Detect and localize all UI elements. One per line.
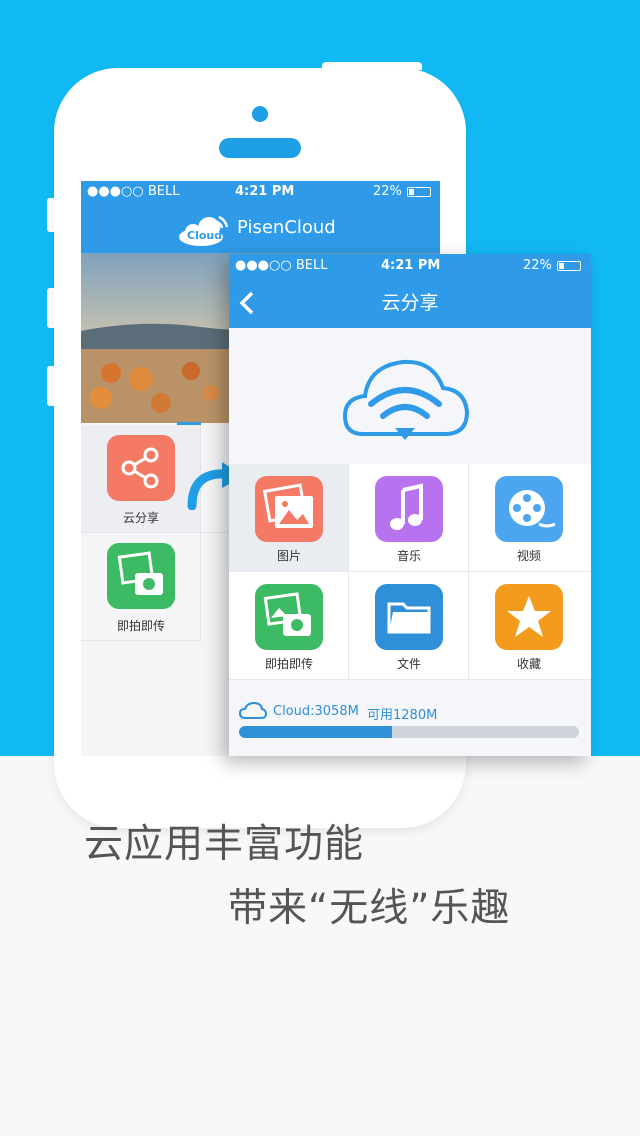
grid-item-files[interactable]: 文件 [349, 572, 469, 680]
grid-item-label: 云分享 [122, 511, 159, 525]
grid-item-label: 收藏 [516, 657, 541, 671]
share-icon [107, 435, 175, 501]
cloud-icon [239, 702, 267, 719]
page-title: 云分享 [381, 292, 439, 314]
photo-camera-icon [107, 543, 175, 609]
grid-item-label: 音乐 [396, 549, 421, 563]
grid-item-label: 图片 [276, 549, 301, 563]
cloud-wifi-icon [342, 359, 470, 440]
grid-item-label: 文件 [396, 657, 421, 671]
grid-item-label: 即拍即传 [264, 657, 313, 671]
storage-panel: Cloud:3058M 可用1280M [229, 680, 591, 756]
grid-item-images[interactable]: 图片 [229, 464, 349, 572]
slogan-line-1: 云应用丰富功能 [84, 822, 365, 867]
grid-item-favorites[interactable]: 收藏 [469, 572, 591, 680]
storage-used-label: Cloud:3058M [273, 704, 359, 719]
carrier-signal: ●●●○○ BELL [235, 258, 328, 273]
battery-icon [557, 261, 581, 271]
status-bar: ●●●○○ BELL 4:21 PM 22% [229, 254, 591, 278]
film-reel-icon [495, 476, 563, 542]
grid-item-label: 视频 [516, 549, 541, 563]
app-header: Cloud PisenCloud [81, 203, 440, 253]
logo-text: Cloud [187, 229, 223, 242]
slogan-line-2: 带来“无线”乐趣 [228, 886, 511, 931]
storage-progress-fill [239, 726, 392, 738]
carrier-signal: ●●●○○ BELL [87, 184, 180, 199]
nav-bar: 云分享 [229, 278, 591, 328]
grid-item-label: 即拍即传 [116, 619, 165, 633]
grid-item-video[interactable]: 视频 [469, 464, 591, 572]
battery-percent: 22% [523, 258, 552, 273]
music-note-icon [375, 476, 443, 542]
storage-available-label: 可用1280M [367, 708, 438, 723]
cloud-wifi-banner [229, 328, 591, 464]
phone-camera [252, 106, 268, 122]
phone-speaker [219, 138, 301, 158]
star-icon [495, 584, 563, 650]
status-bar: ●●●○○ BELL 4:21 PM 22% [81, 181, 440, 203]
grid-item-instant-upload[interactable]: 即拍即传 [81, 533, 201, 641]
grid-item-cloud-share[interactable]: 云分享 [81, 425, 201, 533]
grid-item-instant-upload[interactable]: 即拍即传 [229, 572, 349, 680]
storage-progress-bar [239, 726, 579, 738]
app-grid: 图片 音乐 视频 即拍即传 文件 收藏 [229, 464, 591, 680]
grid-item-music[interactable]: 音乐 [349, 464, 469, 572]
status-time: 4:21 PM [381, 258, 441, 273]
battery-icon [407, 187, 431, 197]
image-icon [255, 476, 323, 542]
status-time: 4:21 PM [235, 184, 295, 199]
cloud-share-screen: ●●●○○ BELL 4:21 PM 22% 云分享 图片 音乐 视频 即拍即传… [229, 254, 591, 756]
folder-icon [375, 584, 443, 650]
battery-percent: 22% [373, 184, 402, 199]
photo-camera-icon [255, 584, 323, 650]
app-name: PisenCloud [237, 217, 336, 238]
